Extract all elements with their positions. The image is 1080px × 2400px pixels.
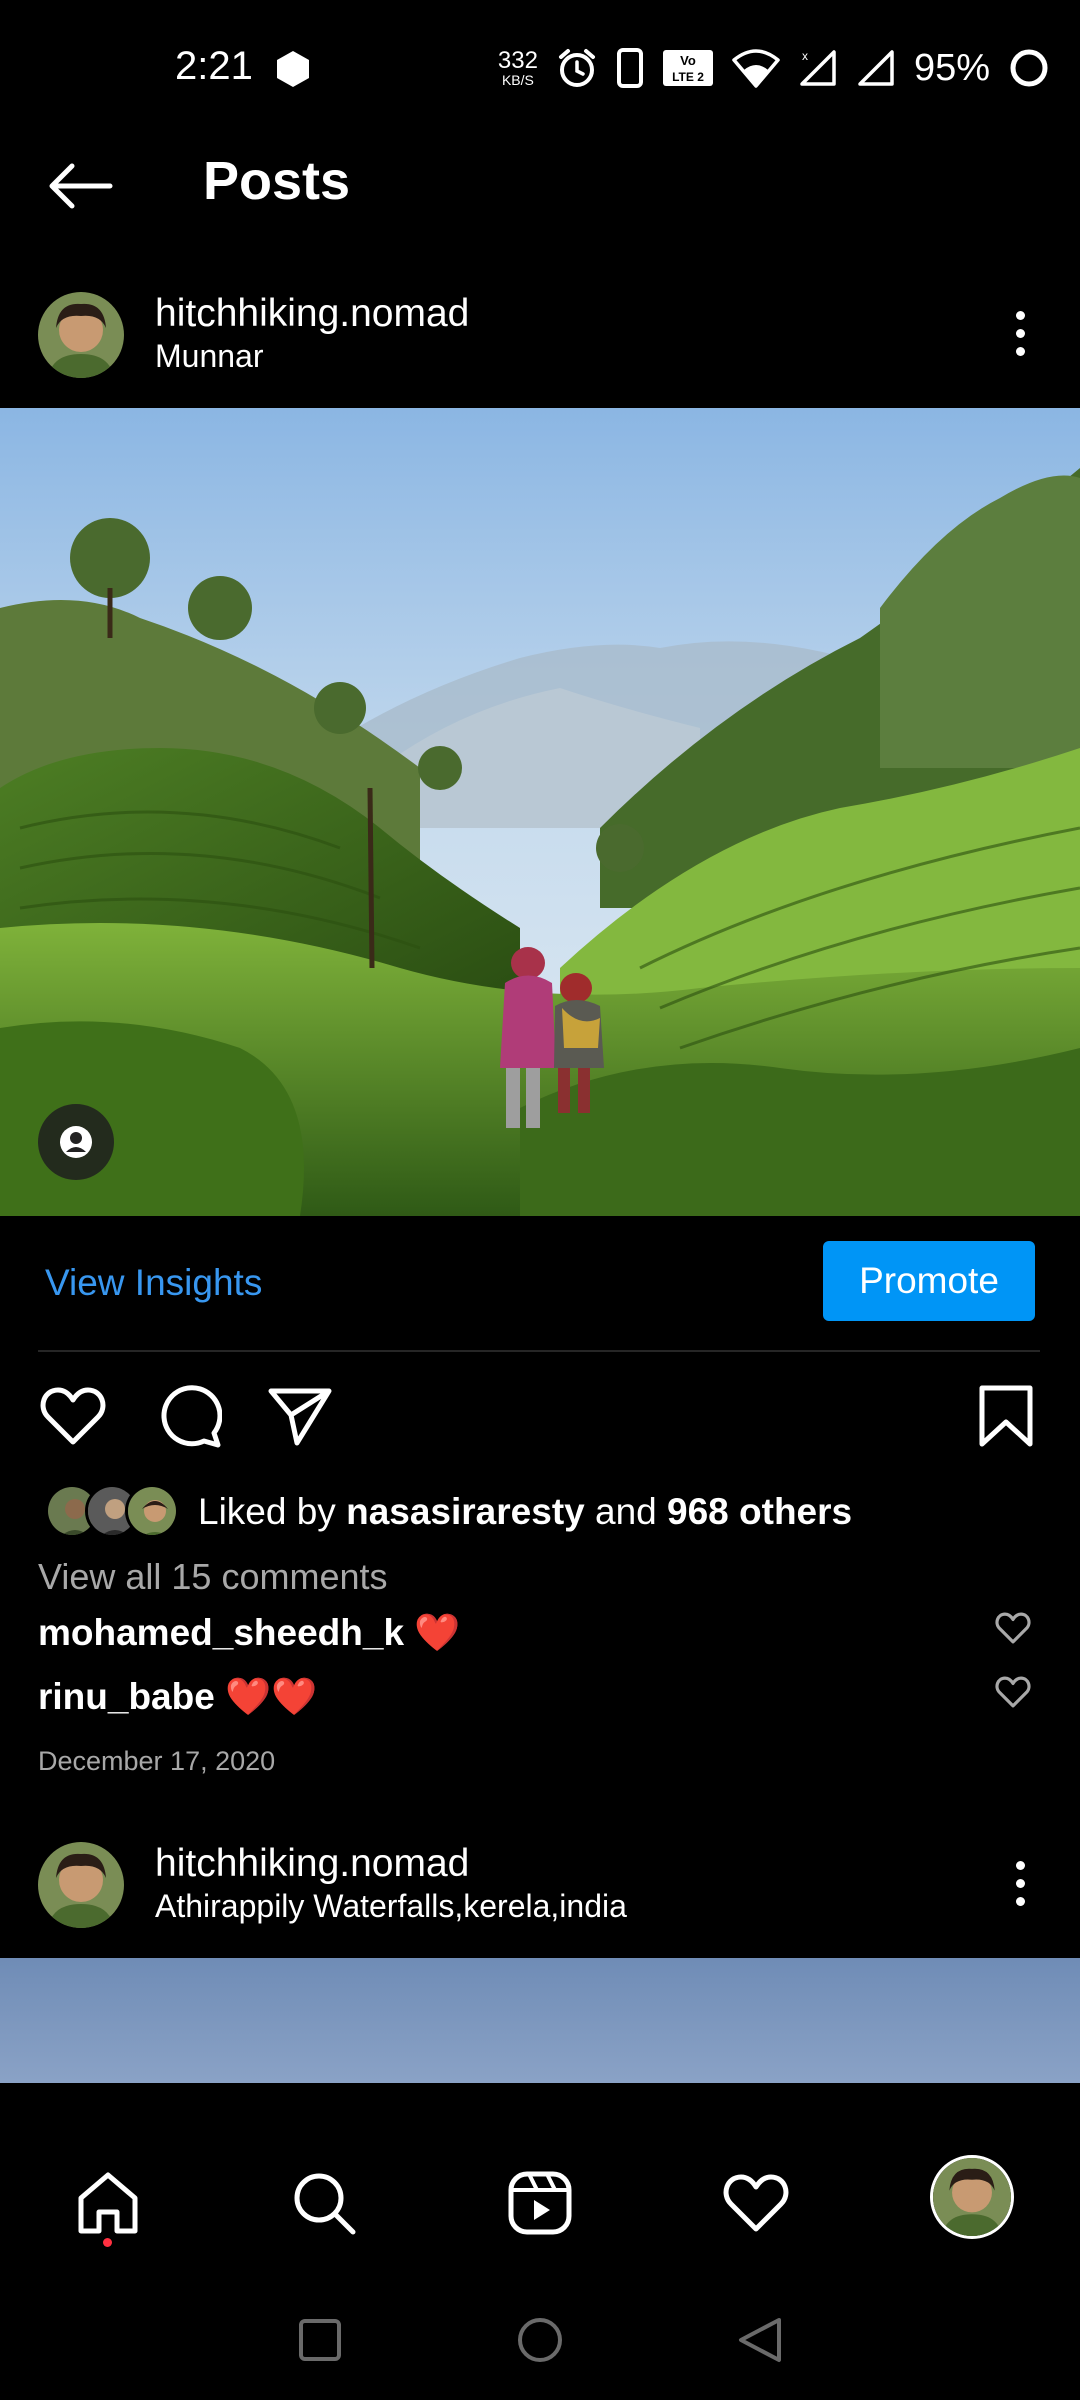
nav-activity[interactable] bbox=[716, 2163, 796, 2243]
wifi-icon bbox=[732, 49, 780, 88]
like-button[interactable] bbox=[37, 1380, 109, 1452]
back-button[interactable] bbox=[40, 146, 120, 226]
liked-by-text: Liked by nasasiraresty and 968 others bbox=[198, 1491, 853, 1532]
nav-search[interactable] bbox=[284, 2163, 364, 2243]
recents-button[interactable] bbox=[290, 2310, 350, 2370]
liked-by-user[interactable]: nasasiraresty bbox=[346, 1491, 585, 1532]
post-username[interactable]: hitchhiking.nomad bbox=[155, 1842, 469, 1886]
triangle-back-icon bbox=[739, 2318, 781, 2362]
post-header: hitchhiking.nomad Munnar bbox=[0, 278, 1080, 408]
post-location[interactable]: Athirappily Waterfalls,kerela,india bbox=[155, 1888, 627, 1925]
promote-button[interactable]: Promote bbox=[823, 1241, 1035, 1321]
status-time: 2:21 bbox=[175, 44, 253, 88]
liked-by[interactable]: Liked by nasasiraresty and 968 others bbox=[45, 1484, 852, 1540]
post-header: hitchhiking.nomad Athirappily Waterfalls… bbox=[0, 1828, 1080, 1958]
avatar bbox=[125, 1484, 179, 1538]
comment: rinu_babe ❤️❤️ bbox=[38, 1676, 317, 1719]
more-vertical-icon bbox=[1015, 310, 1025, 320]
user-tag-icon bbox=[60, 1126, 92, 1158]
view-insights-link[interactable]: View Insights bbox=[45, 1262, 262, 1304]
more-options-button[interactable] bbox=[990, 1843, 1050, 1923]
signal-icon-2 bbox=[858, 50, 894, 86]
signal-icon-1: x bbox=[800, 49, 836, 86]
comment-like-button[interactable] bbox=[995, 1612, 1035, 1652]
avatar[interactable] bbox=[38, 1842, 124, 1928]
avatar bbox=[933, 2158, 1011, 2236]
nav-reels[interactable] bbox=[500, 2163, 580, 2243]
net-speed: 332 KB/S bbox=[497, 47, 538, 88]
back-system-button[interactable] bbox=[730, 2310, 790, 2370]
save-button[interactable] bbox=[970, 1380, 1042, 1452]
liked-avatars bbox=[45, 1484, 180, 1540]
battery-percent: 95% bbox=[913, 46, 990, 89]
home-system-button[interactable] bbox=[510, 2310, 570, 2370]
home-icon bbox=[78, 2172, 138, 2234]
post-image[interactable] bbox=[0, 408, 1080, 1216]
comment-like-button[interactable] bbox=[995, 1676, 1035, 1716]
comment-user[interactable]: mohamed_sheedh_k bbox=[38, 1612, 404, 1653]
post-location[interactable]: Munnar bbox=[155, 338, 264, 375]
tag-people-button[interactable] bbox=[38, 1104, 114, 1180]
nav-home[interactable] bbox=[68, 2163, 148, 2243]
heart-icon bbox=[40, 1387, 106, 1445]
view-all-comments-link[interactable]: View all 15 comments bbox=[38, 1556, 388, 1598]
heart-icon bbox=[995, 1612, 1031, 1644]
post-username[interactable]: hitchhiking.nomad bbox=[155, 292, 469, 336]
bookmark-icon bbox=[979, 1385, 1033, 1447]
paper-plane-icon bbox=[268, 1388, 332, 1446]
notification-dot bbox=[103, 2238, 112, 2247]
phone-icon bbox=[616, 48, 643, 88]
svg-text:Vo: Vo bbox=[680, 53, 696, 68]
comment: mohamed_sheedh_k ❤️ bbox=[38, 1612, 460, 1655]
more-vertical-icon bbox=[1015, 1860, 1025, 1870]
comment-button[interactable] bbox=[153, 1380, 225, 1452]
more-options-button[interactable] bbox=[990, 293, 1050, 373]
square-icon bbox=[299, 2319, 341, 2361]
status-icons: 332 KB/S Vo LTE 2 x 95% bbox=[498, 40, 1050, 96]
page-title: Posts bbox=[203, 151, 351, 211]
app-notification-icon bbox=[277, 51, 309, 87]
svg-text:x: x bbox=[802, 49, 808, 63]
arrow-left-icon bbox=[49, 163, 113, 209]
bottom-nav bbox=[0, 2083, 1080, 2313]
comment-text: ❤️ bbox=[414, 1612, 461, 1653]
heart-icon bbox=[723, 2174, 789, 2232]
avatar[interactable] bbox=[38, 292, 124, 378]
post-date: December 17, 2020 bbox=[38, 1746, 276, 1776]
battery-icon bbox=[1010, 49, 1048, 87]
alarm-icon bbox=[558, 49, 595, 87]
comment-text: ❤️❤️ bbox=[225, 1676, 318, 1717]
nav-profile[interactable] bbox=[930, 2155, 1014, 2239]
share-button[interactable] bbox=[264, 1380, 336, 1452]
heart-icon bbox=[995, 1676, 1031, 1708]
system-nav bbox=[0, 2290, 1080, 2400]
divider bbox=[38, 1350, 1040, 1352]
reels-icon bbox=[508, 2171, 572, 2235]
comment-user[interactable]: rinu_babe bbox=[38, 1676, 215, 1717]
svg-text:LTE 2: LTE 2 bbox=[672, 70, 704, 84]
volte-icon: Vo LTE 2 bbox=[662, 50, 713, 86]
post-image[interactable] bbox=[0, 1958, 1080, 2083]
search-icon bbox=[294, 2173, 356, 2235]
status-bar: 2:21 332 KB/S Vo LTE 2 x 95% bbox=[0, 0, 1080, 140]
comment-icon bbox=[161, 1385, 222, 1448]
circle-icon bbox=[518, 2318, 562, 2362]
liked-others[interactable]: 968 others bbox=[667, 1491, 852, 1532]
